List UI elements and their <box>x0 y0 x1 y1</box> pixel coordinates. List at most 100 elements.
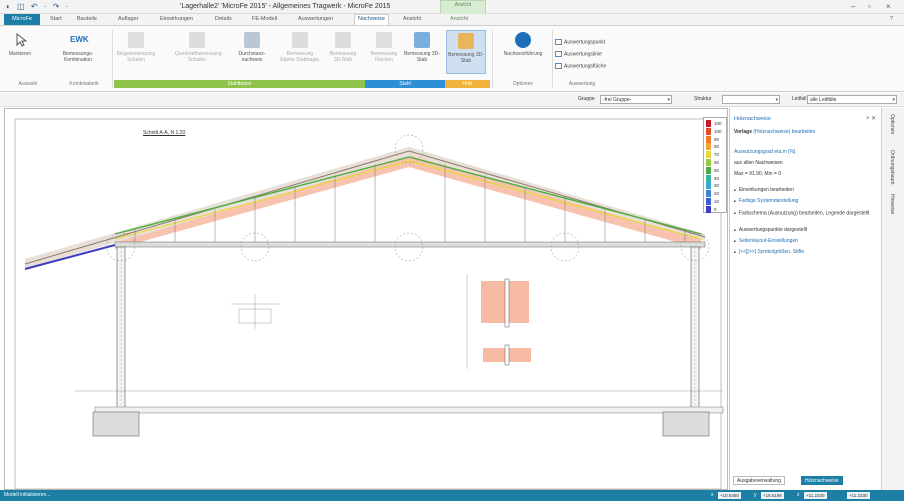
drawing-canvas[interactable]: Schnitt A-A, N 1:20 <box>4 108 728 490</box>
bemessung-flaechen-button[interactable]: Bemessung Flächen <box>367 30 401 74</box>
panel-item[interactable]: Auswertungspunkte dargestellt <box>734 227 807 233</box>
group-label-stahlbeton: Stahlbeton <box>114 80 365 88</box>
cursor-icon <box>12 32 28 48</box>
bemessung-ebene-stabtragwerke-button[interactable]: Bemessung Ebene Stabtragw. <box>280 30 320 74</box>
legend-swatch <box>706 120 711 127</box>
panel-item[interactable]: Seitenlayout-Einstellungen <box>734 238 798 244</box>
legend-swatch <box>706 174 711 182</box>
legend-swatch <box>706 190 711 198</box>
panel-template-line[interactable]: Vorlage (Holznachweise) bearbeiten <box>734 129 815 135</box>
chevron-down-icon: ▾ <box>775 97 778 103</box>
tab-start[interactable]: Start <box>50 16 62 22</box>
area-eval-icon <box>555 63 562 69</box>
leitfall-select[interactable]: alle Leitfälle ▾ <box>807 95 897 104</box>
section-label: Schnitt A-A, N 1:20 <box>143 130 186 136</box>
tab-auswertungen[interactable]: Auswertungen <box>298 16 333 22</box>
legend-row: 40 <box>706 174 726 182</box>
group-label-kombinatorik: Kombinatorik <box>69 81 99 87</box>
status-message: Modell initialisieren... <box>4 492 51 498</box>
struktur-label: Struktur <box>694 96 712 102</box>
ribbon-tabs: MicroFe Start Bauteile Auflager Einwirku… <box>0 14 904 25</box>
panel-close-icon[interactable]: × ✕ <box>866 115 876 122</box>
legend-row: 60 <box>706 159 726 166</box>
maximize-button[interactable]: ▫ <box>868 2 871 11</box>
quick-access-toolbar[interactable]: ◐ ◫ ↶ · ↷ · <box>6 2 70 11</box>
line-icon <box>555 51 562 57</box>
panel-metric[interactable]: Ausnutzungsgrad eta.m [%] <box>734 149 795 155</box>
panel-scope: aus allen Nachweisen <box>734 160 783 166</box>
minimize-button[interactable]: – <box>851 2 855 11</box>
shell-icon <box>128 32 144 48</box>
legend-swatch <box>706 205 711 213</box>
legend-value: 0 <box>714 206 717 212</box>
legend-swatch <box>706 159 711 166</box>
tab-holznachweise[interactable]: Holznachweise <box>801 476 843 485</box>
bemessung-3d-stab-steel-button[interactable]: Bemessung 3D-Stab <box>404 30 440 74</box>
coord-extra: +11.2330 <box>847 492 870 499</box>
legend-value: 100 <box>714 121 722 126</box>
markieren-button[interactable]: Markieren <box>6 30 34 74</box>
legend-value: 90 <box>714 136 720 142</box>
legend-row: 80 <box>706 143 726 151</box>
chevron-down-icon: ▾ <box>667 97 670 103</box>
window-title: 'Lagerhalle2' 'MicroFe 2015' - Allgemein… <box>180 3 391 10</box>
punching-icon <box>244 32 260 48</box>
bemessung-3d-stab-concrete-button[interactable]: Bemessung 3D-Stab <box>326 30 360 74</box>
legend-value: 10 <box>714 199 720 204</box>
ewk-button[interactable]: EWK Bemessungs-Kombination <box>58 30 98 74</box>
tab-ausgabeverwaltung[interactable]: Ausgabeverwaltung <box>733 476 785 485</box>
close-button[interactable]: × <box>886 2 891 11</box>
auswertungslinie-button[interactable]: Auswertungslinie <box>555 51 602 57</box>
shell-icon <box>189 32 205 48</box>
legend-value: 40 <box>714 175 720 181</box>
panel-item[interactable]: Farbige Systemdarstellung <box>734 198 798 204</box>
help-button[interactable]: ? <box>890 16 893 22</box>
querkraftbemessung-schalen-button[interactable]: Querkraftbemessung Schalen <box>175 30 222 74</box>
steel-beam-icon <box>414 32 430 48</box>
tab-ansicht[interactable]: Ansicht <box>403 16 421 22</box>
tab-nachweise[interactable]: Nachweise <box>354 14 389 25</box>
vtab-hinweise[interactable]: Hinweise <box>889 194 895 214</box>
biegebemessung-schalen-button[interactable]: Biegebemessung Schalen <box>116 30 156 74</box>
tab-file[interactable]: MicroFe <box>4 14 40 25</box>
panel-item[interactable]: [<<][>>] Symbolgrößen, Stifte <box>734 249 804 255</box>
legend-value: 50 <box>714 167 720 173</box>
legend-swatch <box>706 166 711 174</box>
panel-item[interactable]: Farbschema (Ausnutzung) bearbeiten, Lege… <box>734 209 874 217</box>
gruppe-select[interactable]: -frei Gruppe- ▾ <box>600 95 672 104</box>
legend-value: 80 <box>714 144 720 150</box>
legend-value: 30 <box>714 183 720 189</box>
legend-value: 60 <box>714 160 720 165</box>
legend-swatch <box>706 182 711 190</box>
area-icon <box>376 32 392 48</box>
side-panel: Holznachweise × ✕ Vorlage (Holznachweise… <box>729 108 881 490</box>
legend-row: 100 <box>706 127 726 135</box>
section-drawing <box>14 118 724 490</box>
bemessung-3d-stab-timber-button[interactable]: Bemessung 3D-Stab <box>446 30 486 74</box>
legend-row: 20 <box>706 190 726 198</box>
vtab-optionen[interactable]: Optionen <box>889 114 895 134</box>
struktur-select[interactable]: ▾ <box>722 95 780 104</box>
nachweisfuehrung-button[interactable]: Nachweisführung <box>498 30 548 74</box>
tab-fe-modell[interactable]: FE-Modell <box>252 16 277 22</box>
group-label-auswertung: Auswertung <box>568 81 596 87</box>
group-label-stahl: Stahl <box>365 80 445 88</box>
tab-einwirkungen[interactable]: Einwirkungen <box>160 16 193 22</box>
legend-value: 70 <box>714 152 720 158</box>
coord-x: +10.6450 <box>718 492 741 499</box>
timber-beam-icon <box>458 33 474 49</box>
tab-auflager[interactable]: Auflager <box>118 16 139 22</box>
tab-ansicht-context[interactable]: Ansicht <box>450 16 468 22</box>
legend-row: 50 <box>706 166 726 174</box>
legend-swatch <box>706 151 711 159</box>
tab-bauteile[interactable]: Bauteile <box>77 16 97 22</box>
auswertungsflaeche-button[interactable]: Auswertungsfläche <box>555 63 606 69</box>
legend-value: 100 <box>714 128 722 134</box>
durchstanznachweis-button[interactable]: Durchstanz-nachweis <box>232 30 272 74</box>
tab-details[interactable]: Details <box>215 16 232 22</box>
legend-swatch <box>706 143 711 151</box>
vtab-ordnungsbaum[interactable]: Ordnungsbaum <box>889 150 895 184</box>
panel-item[interactable]: Einwirkungen bearbeiten <box>734 187 794 193</box>
ewk-icon: EWK <box>70 35 89 44</box>
auswertungspunkt-button[interactable]: Auswertungspunkt <box>555 39 605 45</box>
